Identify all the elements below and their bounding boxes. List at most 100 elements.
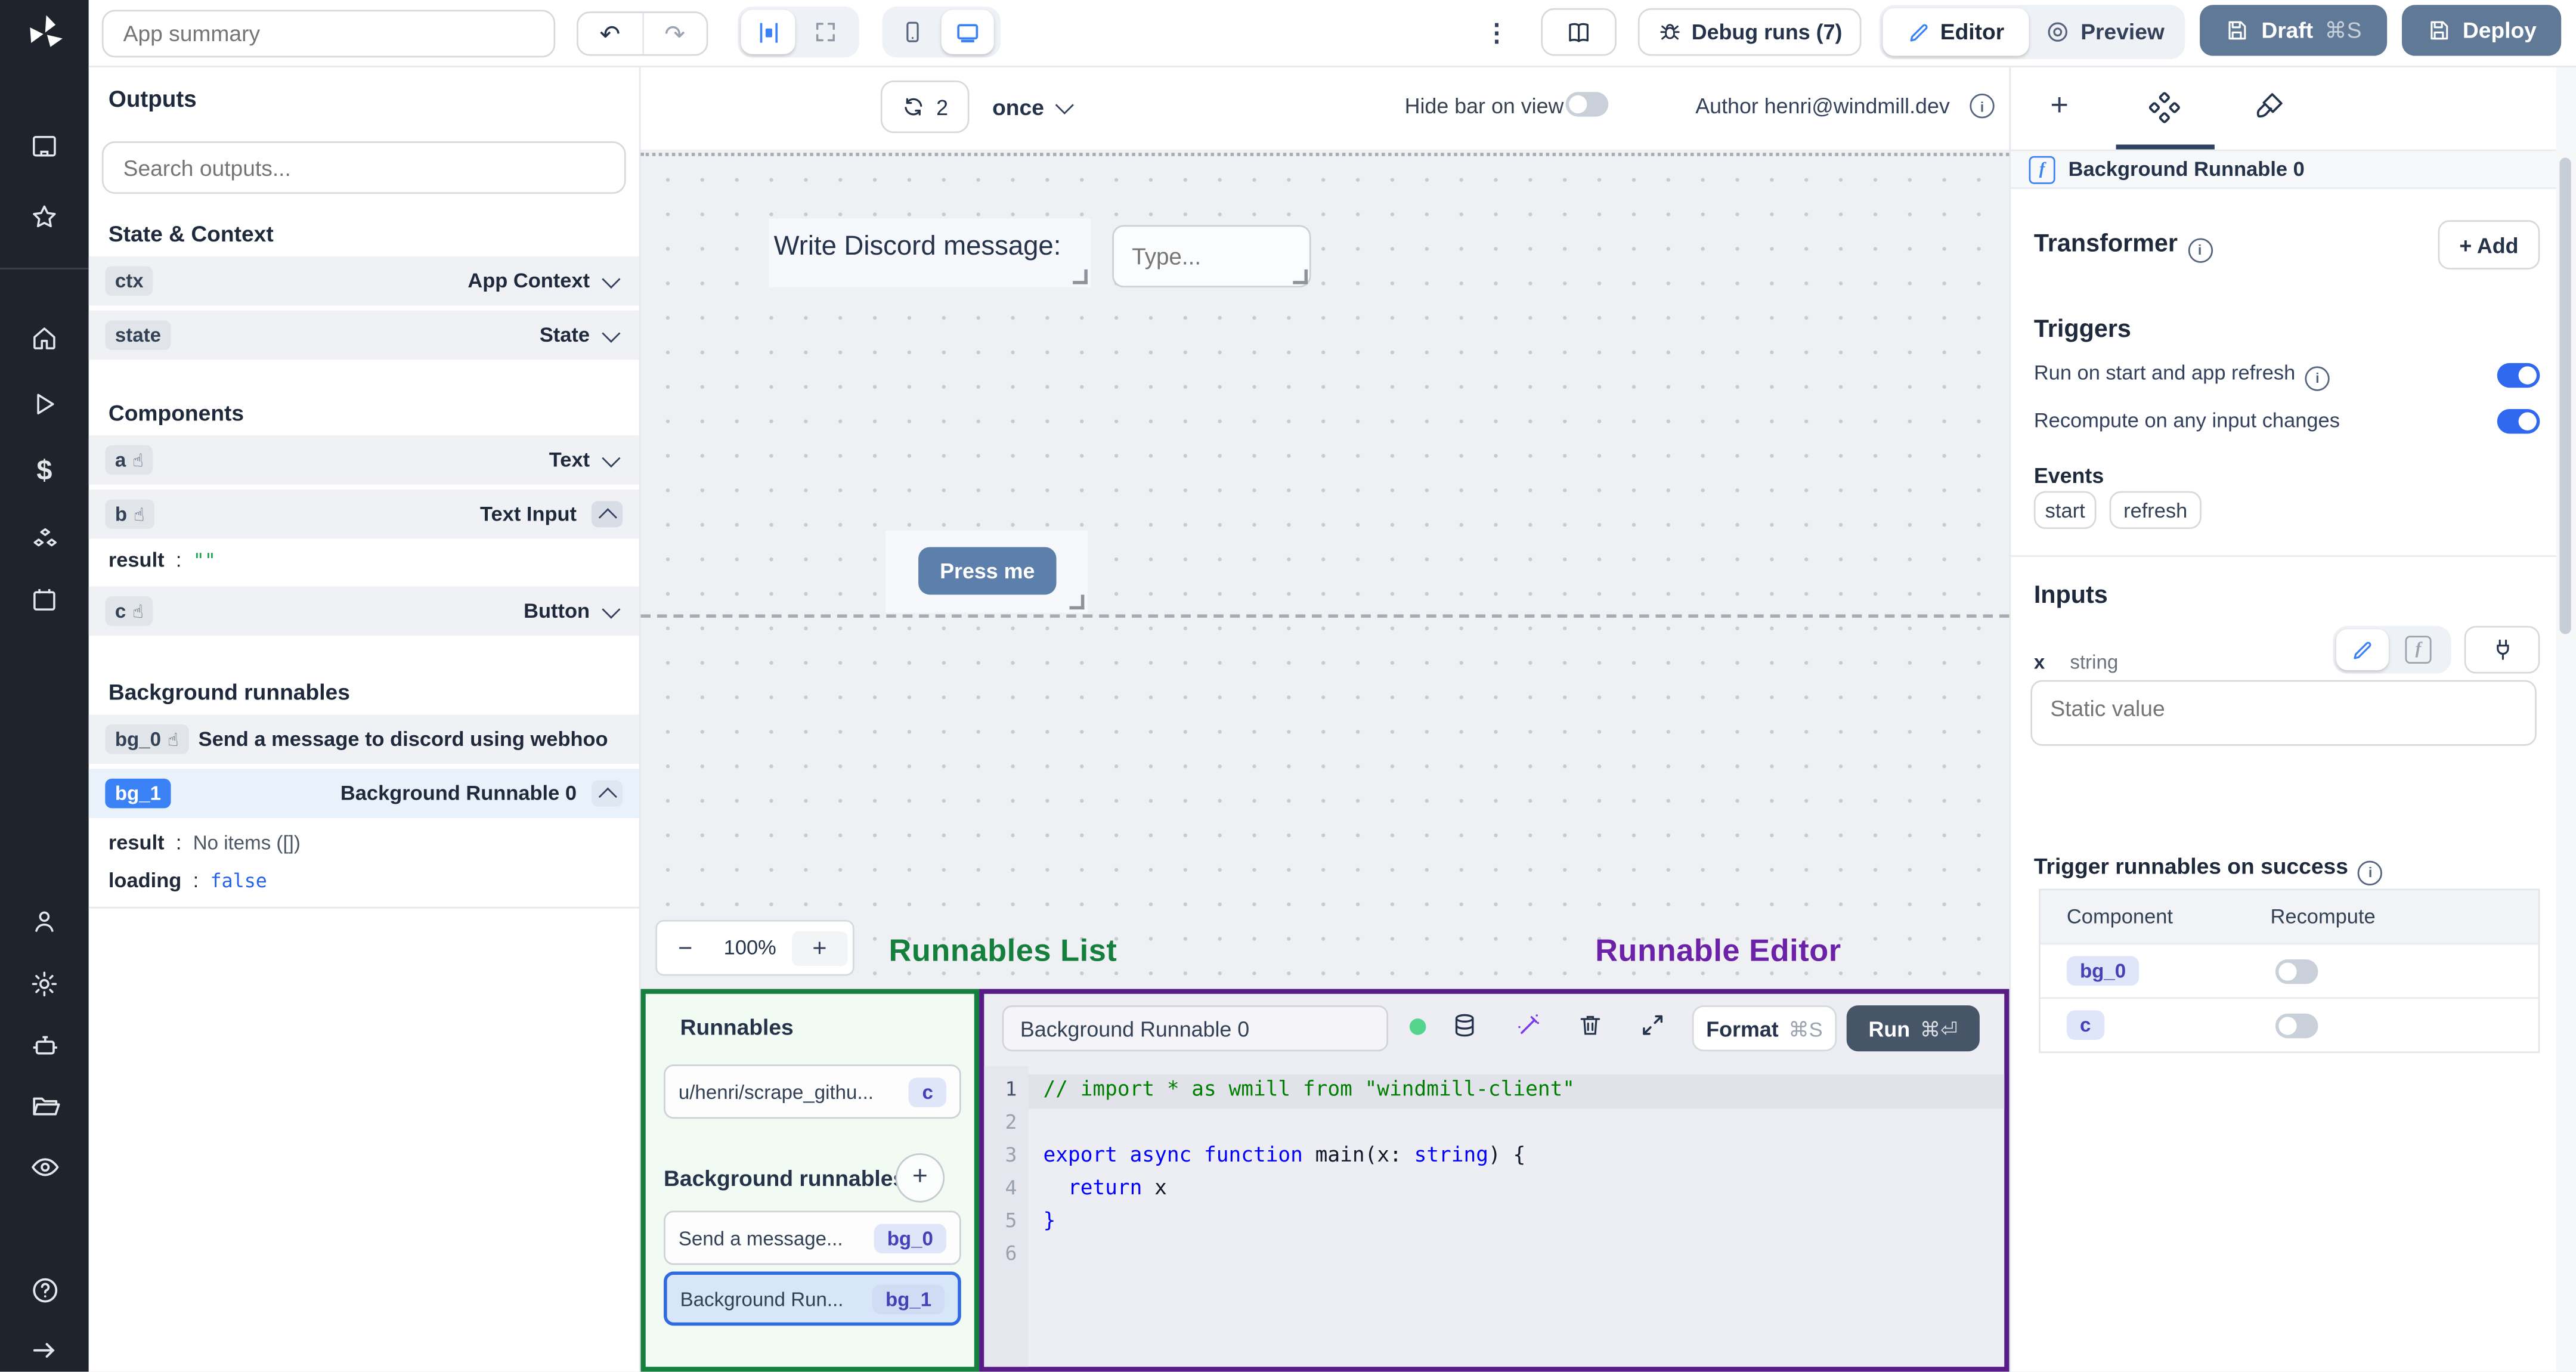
- resize-handle[interactable]: [1293, 269, 1308, 284]
- refresh-count-button[interactable]: 2: [880, 80, 970, 134]
- docs-button[interactable]: [1541, 8, 1617, 56]
- b-result-row[interactable]: result: "": [109, 549, 216, 572]
- more-menu-kebab-icon[interactable]: ⋮: [1484, 11, 1510, 54]
- desktop-view-button[interactable]: [941, 10, 994, 54]
- tab-settings-diamonds-icon[interactable]: [2147, 91, 2182, 125]
- recompute-toggle[interactable]: [2497, 409, 2540, 434]
- static-value-textarea[interactable]: [2030, 680, 2537, 746]
- format-button[interactable]: Format ⌘S: [1692, 1005, 1837, 1052]
- runnable-item-c[interactable]: u/henri/scrape_githu... c: [664, 1064, 961, 1119]
- favorites-star-icon[interactable]: [0, 202, 89, 232]
- output-row-c[interactable]: c ☝ Button: [88, 586, 639, 636]
- output-row-b[interactable]: b ☝ Text Input: [88, 490, 639, 539]
- tab-editor[interactable]: Editor: [1883, 8, 2029, 56]
- app-summary-input[interactable]: [101, 10, 556, 58]
- output-row-state[interactable]: state State: [88, 310, 639, 360]
- runnable-item-bg1-selected[interactable]: Background Run... bg_1: [664, 1271, 961, 1326]
- schedules-calendar-icon[interactable]: [0, 585, 89, 615]
- button-component[interactable]: Press me: [885, 530, 1088, 613]
- hide-bar-toggle[interactable]: [1565, 92, 1609, 117]
- frequency-dropdown[interactable]: once: [992, 80, 1073, 133]
- folders-icon[interactable]: [0, 1091, 89, 1122]
- hcenter-align-button[interactable]: [741, 10, 795, 54]
- debug-runs-button[interactable]: Debug runs (7): [1637, 8, 1862, 56]
- add-runnable-button[interactable]: +: [895, 1153, 945, 1203]
- chevron-down-icon[interactable]: [602, 324, 621, 343]
- run-on-start-toggle[interactable]: [2497, 363, 2540, 388]
- home-icon[interactable]: [0, 324, 89, 354]
- runnable-editor-panel: Format ⌘S Run ⌘⏎ 1 2 3 4 5 6 // import *…: [979, 989, 2010, 1372]
- type-input[interactable]: [1112, 225, 1311, 288]
- draft-button[interactable]: Draft ⌘S: [2200, 5, 2388, 56]
- resize-handle[interactable]: [1073, 269, 1088, 284]
- connect-plug-button[interactable]: [2464, 625, 2540, 674]
- runnable-item-bg0[interactable]: Send a message... bg_0: [664, 1210, 961, 1265]
- output-row-a[interactable]: a ☝ Text: [88, 435, 639, 485]
- bg1-result-row[interactable]: result: No items ([]): [109, 831, 301, 854]
- b-result-value: "": [193, 549, 216, 572]
- app-bottom-boundary[interactable]: [640, 614, 2010, 618]
- tab-preview[interactable]: Preview: [2032, 8, 2178, 56]
- runs-play-icon[interactable]: [0, 389, 89, 419]
- event-start-chip[interactable]: start: [2033, 491, 2097, 529]
- scrollbar-thumb[interactable]: [2559, 157, 2571, 634]
- code-line-1[interactable]: // import * as wmill from "windmill-clie…: [1043, 1076, 1575, 1101]
- zoom-in-button[interactable]: +: [791, 930, 848, 965]
- code-line-5[interactable]: }: [1043, 1207, 1055, 1232]
- variables-dollar-icon[interactable]: $: [0, 455, 89, 488]
- eval-input-mode-button[interactable]: f: [2392, 629, 2444, 670]
- info-icon[interactable]: i: [2358, 860, 2383, 885]
- chevron-down-icon[interactable]: [602, 449, 621, 468]
- chevron-up-icon[interactable]: [591, 501, 623, 528]
- delete-trash-icon[interactable]: [1577, 1012, 1603, 1038]
- search-outputs-input[interactable]: [101, 141, 626, 194]
- apps-icon[interactable]: [0, 131, 89, 161]
- tab-add-plus-icon[interactable]: +: [2050, 89, 2069, 125]
- chevron-down-icon[interactable]: [602, 600, 621, 619]
- table-row[interactable]: bg_0: [2040, 943, 2538, 997]
- ai-wand-icon[interactable]: [1515, 1012, 1543, 1040]
- text-component[interactable]: Write Discord message:: [769, 218, 1091, 288]
- cache-database-icon[interactable]: [1451, 1012, 1479, 1040]
- info-icon[interactable]: i: [2305, 366, 2330, 391]
- user-icon[interactable]: [0, 907, 89, 937]
- zoom-out-button[interactable]: −: [657, 934, 713, 962]
- info-icon[interactable]: i: [2187, 237, 2212, 262]
- press-me-button[interactable]: Press me: [918, 547, 1057, 595]
- runnable-name-input[interactable]: [1002, 1005, 1389, 1052]
- collapse-arrow-icon[interactable]: [0, 1336, 89, 1365]
- trigger-success-title: Trigger runnables on success i: [2034, 854, 2383, 885]
- code-line-4[interactable]: return x: [1043, 1175, 1167, 1199]
- help-icon[interactable]: [0, 1275, 89, 1306]
- expand-layout-button[interactable]: [798, 10, 853, 54]
- chevron-down-icon[interactable]: [602, 270, 621, 289]
- recompute-toggle[interactable]: [2275, 1013, 2318, 1039]
- output-row-bg1[interactable]: bg_1 Background Runnable 0: [88, 769, 639, 819]
- audit-eye-icon[interactable]: [0, 1151, 89, 1182]
- mobile-view-button[interactable]: [886, 10, 938, 54]
- expand-editor-icon[interactable]: [1640, 1012, 1666, 1038]
- output-row-bg0[interactable]: bg_0 ☝ Send a message to discord using we…: [88, 714, 639, 764]
- add-transformer-button[interactable]: + Add: [2438, 220, 2540, 270]
- resources-cubes-icon[interactable]: [0, 524, 89, 555]
- deploy-button[interactable]: Deploy: [2401, 5, 2562, 56]
- resize-handle[interactable]: [1069, 594, 1085, 610]
- event-refresh-chip[interactable]: refresh: [2109, 491, 2202, 529]
- output-row-ctx[interactable]: ctx App Context: [88, 256, 639, 306]
- undo-icon[interactable]: ↶: [578, 13, 643, 54]
- bg1-loading-row[interactable]: loading: false: [109, 869, 267, 892]
- scrollbar-track[interactable]: [2556, 67, 2576, 1372]
- settings-gear-icon[interactable]: [0, 970, 89, 999]
- tab-style-brush-icon[interactable]: [2254, 91, 2285, 122]
- textinput-component[interactable]: [1112, 225, 1311, 288]
- info-icon[interactable]: i: [1970, 94, 1995, 119]
- windmill-logo[interactable]: [0, 11, 89, 55]
- code-line-3[interactable]: export async function main(x: string) {: [1043, 1142, 1525, 1166]
- redo-icon[interactable]: ↷: [643, 13, 707, 54]
- run-button[interactable]: Run ⌘⏎: [1846, 1005, 1980, 1052]
- chevron-up-icon[interactable]: [591, 780, 623, 807]
- static-input-mode-button[interactable]: [2336, 629, 2389, 671]
- recompute-toggle[interactable]: [2275, 959, 2318, 984]
- table-row[interactable]: c: [2040, 997, 2538, 1051]
- workers-robot-icon[interactable]: [0, 1030, 89, 1061]
